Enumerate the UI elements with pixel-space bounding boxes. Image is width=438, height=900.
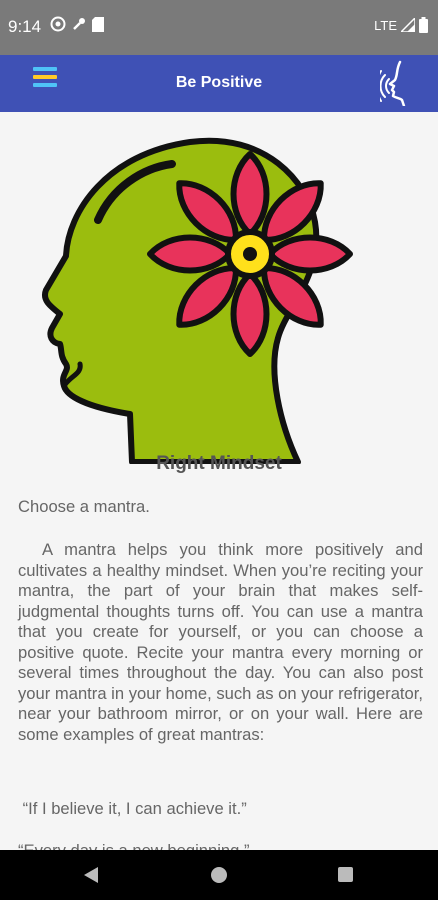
flower-icon (147, 151, 353, 357)
menu-icon (33, 67, 57, 71)
network-type: LTE (374, 17, 397, 33)
back-icon[interactable] (84, 867, 98, 883)
mantra-example: “If I believe it, I can achieve it.” (18, 799, 247, 818)
content-area[interactable]: Right Mindset Choose a mantra. A mantra … (0, 112, 438, 850)
status-time: 9:14 (8, 17, 42, 36)
status-bar: 9:14 LTE (0, 0, 438, 55)
paragraph-heading: Choose a mantra. (18, 497, 150, 516)
section-title: Right Mindset (156, 453, 282, 474)
vpn-key-icon (50, 16, 66, 32)
battery-icon (419, 17, 428, 33)
navigation-bar (0, 850, 438, 900)
mantra-example: “Every day is a new beginning.” (18, 841, 423, 850)
sd-card-icon (92, 16, 104, 32)
paragraph-body: A mantra helps you think more positively… (18, 540, 428, 744)
app-title: Be Positive (175, 74, 263, 91)
app-bar: Be Positive (0, 55, 438, 112)
head-with-flower-illustration (42, 137, 353, 464)
notification-icons (50, 16, 104, 32)
recent-apps-icon[interactable] (338, 867, 353, 882)
speaking-head-icon[interactable] (380, 60, 422, 106)
home-icon[interactable] (211, 867, 227, 883)
tools-icon (73, 18, 85, 30)
signal-icon (401, 18, 415, 32)
system-icons: LTE (374, 17, 428, 33)
